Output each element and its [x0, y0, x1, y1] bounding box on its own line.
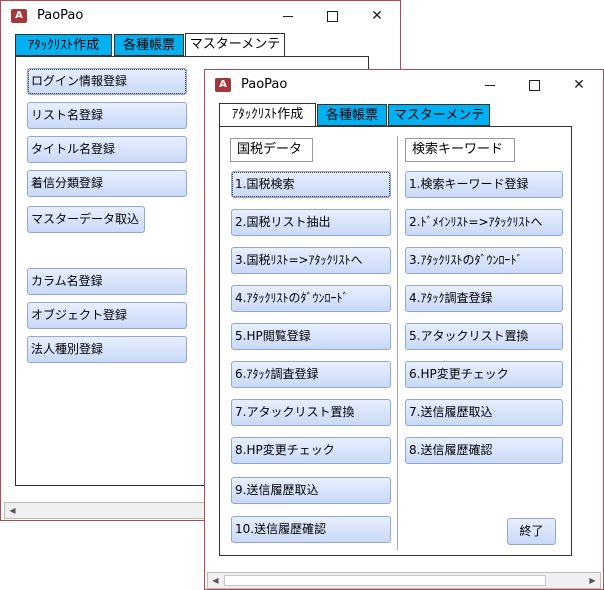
search-keyword-register-button[interactable]: 1.検索キーワード登録	[405, 171, 563, 198]
national-tax-list-extract-button[interactable]: 2.国税リスト抽出	[231, 209, 391, 236]
kw-attack-list-replace-button[interactable]: 5.アタックリスト置換	[405, 323, 563, 350]
group-divider	[397, 136, 398, 550]
incoming-category-register-button[interactable]: 着信分類登録	[27, 170, 187, 197]
maximize-button[interactable]	[512, 70, 556, 100]
send-history-import-button[interactable]: 9.送信履歴取込	[231, 477, 391, 504]
access-app-icon: A	[11, 9, 27, 23]
front-tab-reports[interactable]: 各種帳票	[317, 104, 387, 126]
kw-send-history-confirm-button[interactable]: 8.送信履歴確認	[405, 437, 563, 464]
back-horizontal-scrollbar[interactable]: ◀	[4, 502, 214, 519]
list-name-register-button[interactable]: リスト名登録	[27, 102, 187, 129]
close-button[interactable]: ✕	[355, 1, 399, 31]
scroll-left-icon[interactable]: ◀	[208, 573, 223, 588]
login-info-register-button[interactable]: ログイン情報登録	[27, 68, 187, 95]
corporation-type-register-button[interactable]: 法人種別登録	[27, 336, 187, 363]
front-tab-attack-list[interactable]: ｱﾀｯｸﾘｽﾄ作成	[219, 103, 316, 127]
attack-survey-register-button[interactable]: 6.ｱﾀｯｸ調査登録	[231, 361, 391, 388]
master-data-import-button[interactable]: マスターデータ取込	[27, 206, 145, 233]
scroll-right-icon[interactable]: ▶	[585, 573, 600, 588]
back-tab-master-maintenance[interactable]: マスターメンテ	[185, 33, 285, 57]
hp-browse-register-button[interactable]: 5.HP閲覧登録	[231, 323, 391, 350]
attack-list-download-button[interactable]: 4.ｱﾀｯｸﾘｽﾄのﾀﾞｳﾝﾛｰﾄﾞ	[231, 285, 391, 312]
back-window-title: PaoPao	[37, 8, 84, 23]
kw-attack-survey-register-button[interactable]: 4.ｱﾀｯｸ調査登録	[405, 285, 563, 312]
front-titlebar: A PaoPao ✕	[205, 70, 603, 100]
back-tab-reports[interactable]: 各種帳票	[114, 34, 184, 56]
front-tab-master-maintenance[interactable]: マスターメンテ	[388, 104, 490, 126]
maximize-button[interactable]	[310, 1, 354, 31]
close-icon: ✕	[573, 77, 585, 93]
hp-change-check-button[interactable]: 8.HP変更チェック	[231, 437, 391, 464]
front-window-title: PaoPao	[241, 77, 288, 92]
scroll-left-icon[interactable]: ◀	[5, 503, 20, 518]
send-history-confirm-button[interactable]: 10.送信履歴確認	[231, 516, 391, 543]
back-tab-attack-list[interactable]: ｱﾀｯｸﾘｽﾄ作成	[15, 34, 112, 56]
national-tax-data-label: 国税データ	[230, 138, 313, 162]
attack-list-replace-button[interactable]: 7.アタックリスト置換	[231, 399, 391, 426]
search-keyword-label: 検索キーワード	[405, 138, 515, 162]
back-titlebar: A PaoPao ✕	[1, 1, 400, 31]
scroll-thumb[interactable]	[224, 575, 546, 586]
front-window: A PaoPao ✕ ｱﾀｯｸﾘｽﾄ作成 各種帳票 マスターメンテ 国税データ …	[204, 69, 604, 590]
domain-list-to-attack-list-button[interactable]: 2.ﾄﾞﾒｲﾝﾘｽﾄ=>ｱﾀｯｸﾘｽﾄへ	[405, 209, 563, 236]
kw-send-history-import-button[interactable]: 7.送信履歴取込	[405, 399, 563, 426]
front-horizontal-scrollbar[interactable]: ◀ ▶	[207, 572, 601, 589]
kw-attack-list-download-button[interactable]: 3.ｱﾀｯｸﾘｽﾄのﾀﾞｳﾝﾛｰﾄﾞ	[405, 247, 563, 274]
tax-list-to-attack-list-button[interactable]: 3.国税ﾘｽﾄ=>ｱﾀｯｸﾘｽﾄへ	[231, 247, 391, 274]
column-name-register-button[interactable]: カラム名登録	[27, 268, 187, 295]
object-register-button[interactable]: オブジェクト登録	[27, 302, 187, 329]
title-name-register-button[interactable]: タイトル名登録	[27, 136, 187, 163]
national-tax-search-button[interactable]: 1.国税検索	[231, 171, 391, 198]
close-button[interactable]: ✕	[557, 70, 601, 100]
close-icon: ✕	[371, 8, 383, 24]
minimize-button[interactable]	[266, 1, 310, 31]
access-app-icon: A	[215, 78, 231, 92]
minimize-button[interactable]	[468, 70, 512, 100]
kw-hp-change-check-button[interactable]: 6.HP変更チェック	[405, 361, 563, 388]
exit-button[interactable]: 終了	[507, 518, 556, 545]
